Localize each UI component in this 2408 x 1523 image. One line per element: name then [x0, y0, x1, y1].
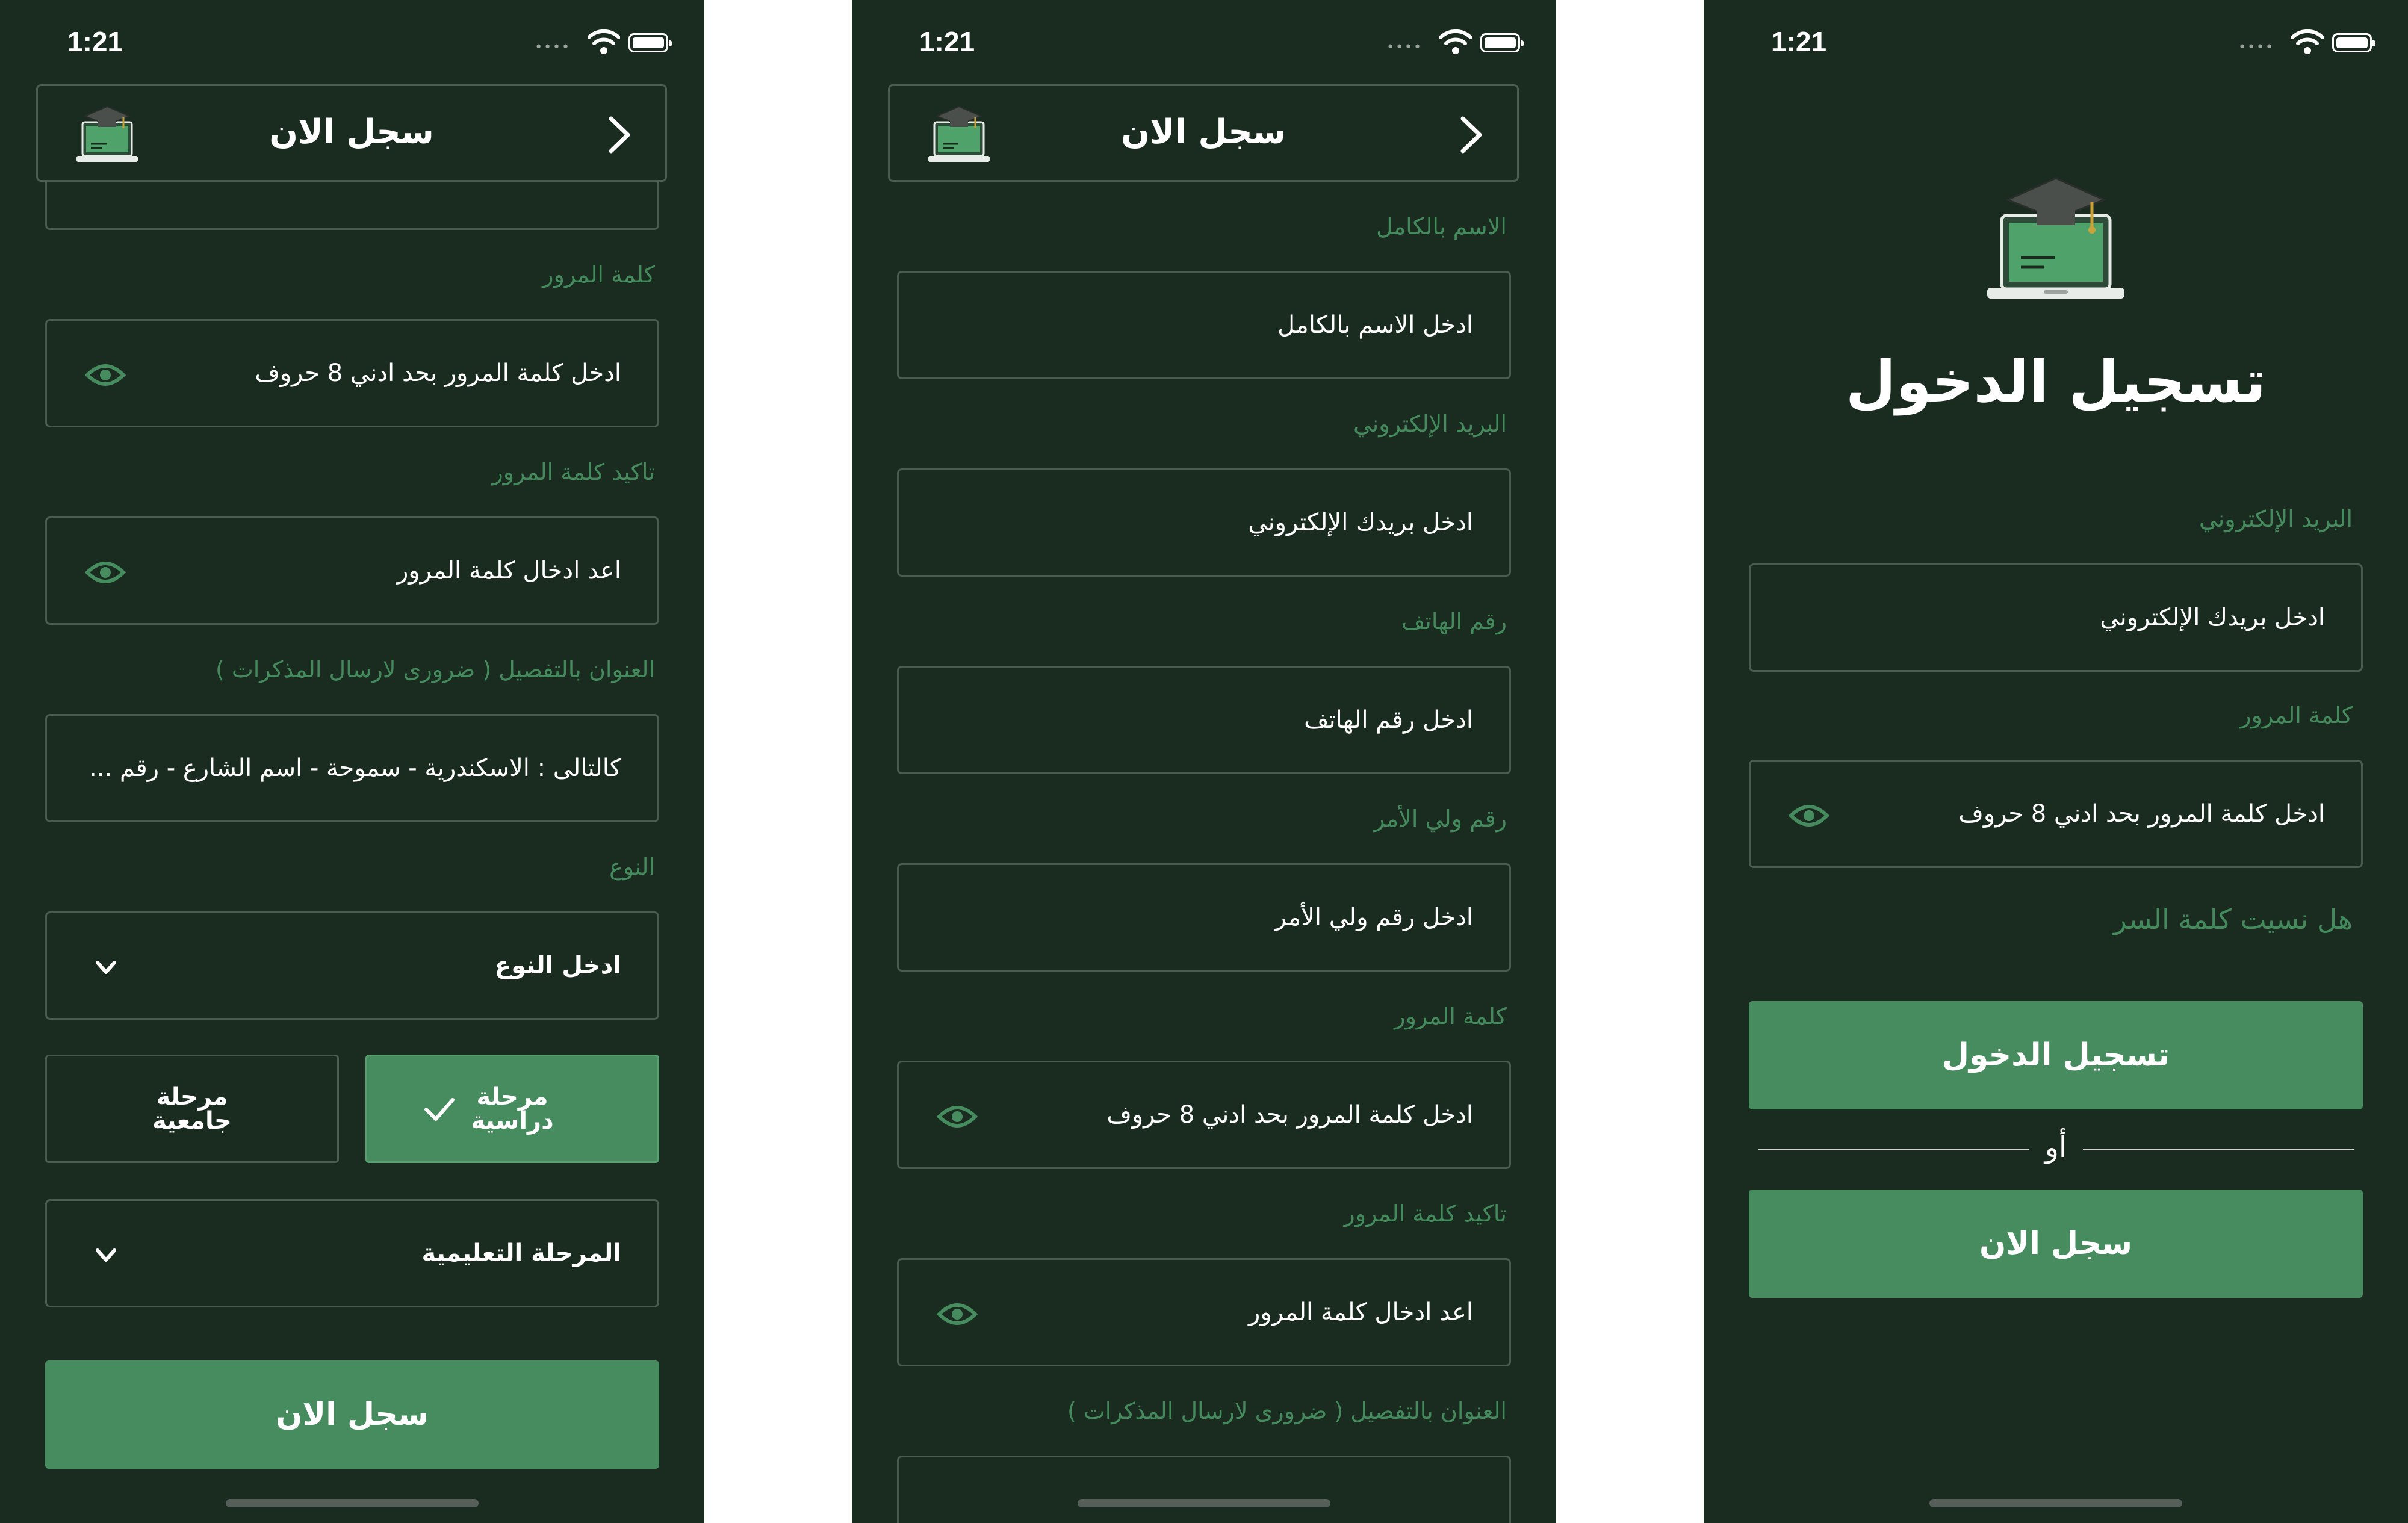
form-scroll[interactable]: الاسم بالكامل ادخل الاسم بالكامل البريد …: [852, 182, 1556, 1523]
status-bar: 1:21 ••••: [852, 0, 1556, 84]
graduation-laptop-icon: [1987, 177, 2124, 299]
home-indicator: [226, 1499, 479, 1507]
gender-placeholder: ادخل النوع: [494, 952, 621, 979]
register-button[interactable]: سجل الان: [1749, 1190, 2363, 1298]
or-divider: أو: [1758, 1131, 2354, 1167]
form-scroll[interactable]: كلمة المرور ادخل كلمة المرور بحد ادني 8 …: [0, 182, 704, 1523]
wifi-icon: [1439, 29, 1472, 54]
app-header: سجل الان: [36, 84, 667, 182]
chevron-right-icon[interactable]: [605, 114, 634, 156]
eye-icon[interactable]: [1788, 798, 1830, 834]
check-icon: [424, 1098, 455, 1121]
status-bar: 1:21 ••••: [0, 0, 704, 84]
phone-input[interactable]: ادخل رقم الهاتف: [897, 666, 1511, 774]
app-header: سجل الان: [888, 84, 1519, 182]
signal-icon: ••••: [2238, 40, 2274, 55]
confirm-password-placeholder: اعد ادخال كلمة المرور: [396, 557, 621, 585]
eye-icon[interactable]: [84, 357, 126, 393]
previous-field[interactable]: [45, 182, 659, 230]
home-indicator: [1929, 1499, 2182, 1507]
register-submit-button[interactable]: سجل الان: [45, 1360, 659, 1469]
education-stage-select[interactable]: المرحلة التعليمية: [45, 1199, 659, 1307]
eye-icon[interactable]: [936, 1099, 978, 1135]
password-placeholder: ادخل كلمة المرور بحد ادني 8 حروف: [255, 359, 621, 387]
status-bar: 1:21 ••••: [1704, 0, 2408, 84]
signal-icon: ••••: [1386, 40, 1423, 55]
guardian-phone-input[interactable]: ادخل رقم ولي الأمر: [897, 863, 1511, 972]
register-screen-top: 1:21 •••• سجل الان الاسم بالكامل ادخل ال…: [852, 0, 1556, 1523]
register-screen-scrolled: 1:21 •••• سجل الان كلمة المرور ادخل كلمة…: [0, 0, 704, 1523]
gender-label: النوع: [609, 854, 655, 880]
email-input[interactable]: ادخل بريدك الإلكتروني: [1749, 563, 2363, 672]
email-placeholder: ادخل بريدك الإلكتروني: [2100, 604, 2325, 631]
email-input[interactable]: ادخل بريدك الإلكتروني: [897, 468, 1511, 577]
school-stage-option[interactable]: مرحلة دراسية: [365, 1055, 659, 1163]
status-time: 1:21: [67, 26, 123, 57]
university-stage-line2: جامعية: [152, 1107, 232, 1135]
password-label: كلمة المرور: [542, 261, 655, 288]
email-placeholder: ادخل بريدك الإلكتروني: [1248, 509, 1473, 536]
battery-icon: [628, 33, 672, 52]
password-input[interactable]: ادخل كلمة المرور بحد ادني 8 حروف: [1749, 760, 2363, 868]
page-title: سجل الان: [1121, 113, 1286, 152]
password-label: كلمة المرور: [1394, 1003, 1507, 1029]
login-screen: 1:21 •••• تسجيل الدخول البريد الإلكتروني…: [1704, 0, 2408, 1523]
wifi-icon: [588, 29, 620, 54]
login-button[interactable]: تسجيل الدخول: [1749, 1001, 2363, 1109]
or-text: أو: [2044, 1131, 2067, 1164]
battery-icon: [1480, 33, 1524, 52]
chevron-down-icon: [96, 961, 116, 974]
education-stage-placeholder: المرحلة التعليمية: [421, 1239, 621, 1267]
gender-select[interactable]: ادخل النوع: [45, 911, 659, 1020]
chevron-down-icon: [96, 1248, 116, 1262]
university-stage-line1: مرحلة: [156, 1083, 228, 1111]
confirm-password-input[interactable]: اعد ادخال كلمة المرور: [45, 516, 659, 625]
status-time: 1:21: [1771, 26, 1827, 57]
full-name-label: الاسم بالكامل: [1376, 213, 1507, 240]
signal-icon: ••••: [535, 40, 571, 55]
chevron-right-icon[interactable]: [1457, 114, 1486, 156]
address-input[interactable]: كالتالى : الاسكندرية - سموحة - اسم الشار…: [45, 714, 659, 822]
phone-label: رقم الهاتف: [1401, 608, 1507, 634]
password-label: كلمة المرور: [2240, 702, 2353, 728]
confirm-password-label: تاكيد كلمة المرور: [492, 459, 655, 485]
eye-icon[interactable]: [84, 554, 126, 591]
password-placeholder: ادخل كلمة المرور بحد ادني 8 حروف: [1106, 1101, 1473, 1129]
password-input[interactable]: ادخل كلمة المرور بحد ادني 8 حروف: [897, 1061, 1511, 1169]
school-stage-line2: دراسية: [471, 1107, 554, 1135]
address-input[interactable]: كالتالى : الاسكندرية - سموحة - اسم الشار…: [897, 1456, 1511, 1523]
address-placeholder: كالتالى : الاسكندرية - سموحة - اسم الشار…: [89, 754, 621, 782]
page-title: سجل الان: [269, 113, 434, 152]
status-time: 1:21: [919, 26, 975, 57]
battery-icon: [2332, 33, 2375, 52]
email-label: البريد الإلكتروني: [2199, 506, 2353, 532]
full-name-placeholder: ادخل الاسم بالكامل: [1277, 311, 1473, 339]
email-label: البريد الإلكتروني: [1353, 411, 1507, 437]
eye-icon[interactable]: [936, 1296, 978, 1332]
phone-placeholder: ادخل رقم الهاتف: [1304, 706, 1473, 734]
guardian-phone-placeholder: ادخل رقم ولي الأمر: [1274, 904, 1473, 931]
password-input[interactable]: ادخل كلمة المرور بحد ادني 8 حروف: [45, 319, 659, 427]
login-title: تسجيل الدخول: [1845, 348, 2267, 415]
full-name-input[interactable]: ادخل الاسم بالكامل: [897, 271, 1511, 379]
address-label: العنوان بالتفصيل ( ضرورى لارسال المذكرات…: [1067, 1398, 1507, 1424]
confirm-password-label: تاكيد كلمة المرور: [1344, 1200, 1507, 1227]
address-label: العنوان بالتفصيل ( ضرورى لارسال المذكرات…: [216, 656, 655, 683]
university-stage-option[interactable]: مرحلة جامعية: [45, 1055, 339, 1163]
confirm-password-input[interactable]: اعد ادخال كلمة المرور: [897, 1258, 1511, 1366]
divider-line: [2083, 1149, 2354, 1150]
password-placeholder: ادخل كلمة المرور بحد ادني 8 حروف: [1958, 800, 2325, 828]
forgot-password-link[interactable]: هل نسيت كلمة السر: [2114, 903, 2353, 935]
school-stage-line1: مرحلة: [476, 1083, 548, 1111]
wifi-icon: [2291, 29, 2324, 54]
home-indicator: [1078, 1499, 1330, 1507]
guardian-phone-label: رقم ولي الأمر: [1373, 805, 1507, 832]
confirm-password-placeholder: اعد ادخال كلمة المرور: [1248, 1298, 1473, 1326]
